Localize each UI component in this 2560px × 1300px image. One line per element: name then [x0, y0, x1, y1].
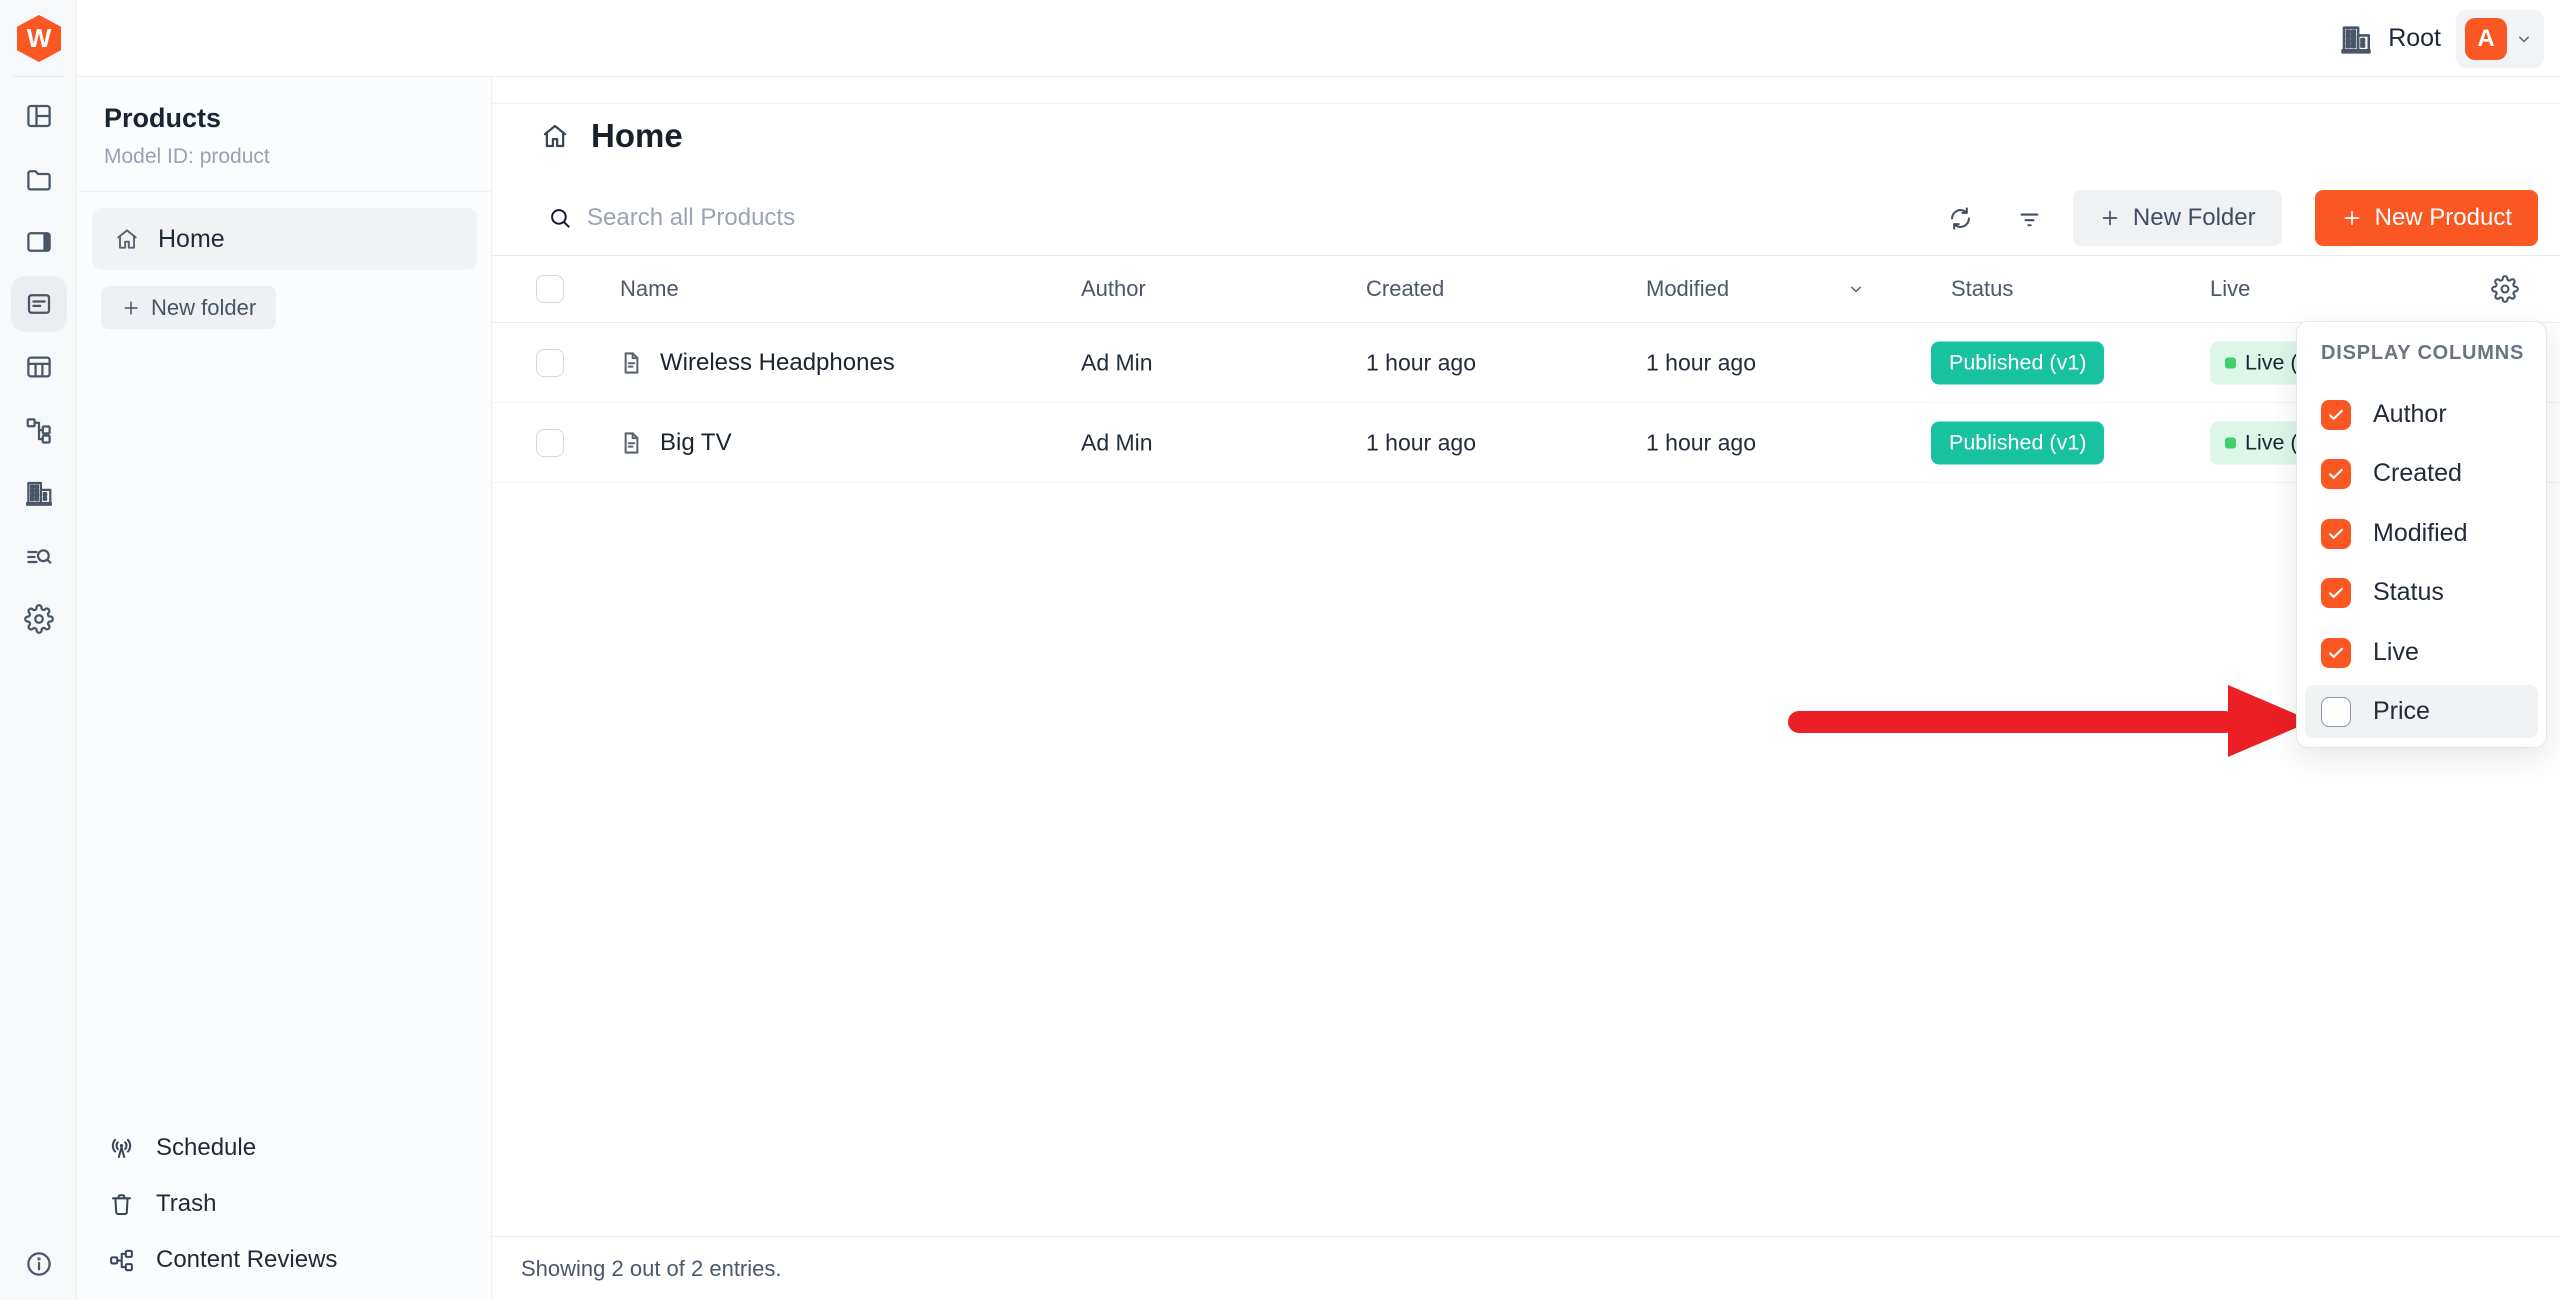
checkbox-checked[interactable]: [2321, 400, 2351, 430]
app-root: W: [0, 0, 2560, 1300]
sidebar-item-schedule[interactable]: Schedule: [78, 1120, 491, 1176]
folders-icon[interactable]: [11, 152, 67, 208]
trash-label: Trash: [156, 1190, 216, 1218]
select-all-checkbox[interactable]: [536, 275, 564, 303]
status-badge: Published (v1): [1931, 421, 2104, 464]
cms-models-icon[interactable]: [11, 339, 67, 395]
icon-rail: W: [0, 0, 77, 1300]
column-header-live: Live: [2210, 276, 2250, 302]
content-reviews-icon: [108, 1247, 135, 1274]
table-header: Name Author Created Modified Status Live: [492, 256, 2560, 323]
entry-created: 1 hour ago: [1366, 429, 1476, 456]
checkbox-checked[interactable]: [2321, 519, 2351, 549]
row-checkbox[interactable]: [536, 429, 564, 457]
page-header: Home: [540, 117, 683, 155]
plus-icon: [2099, 207, 2121, 229]
settings-gear-icon[interactable]: [11, 591, 67, 647]
checkbox-checked[interactable]: [2321, 459, 2351, 489]
entry-author: Ad Min: [1081, 349, 1153, 376]
table-footer: Showing 2 out of 2 entries.: [492, 1236, 2560, 1300]
logo-letter: W: [27, 23, 52, 54]
display-columns-menu: DISPLAY COLUMNS Author Created Modified …: [2296, 321, 2547, 748]
info-icon[interactable]: [11, 1236, 67, 1292]
search-icon: [547, 205, 573, 231]
checkbox-checked[interactable]: [2321, 578, 2351, 608]
menu-item-status[interactable]: Status: [2305, 566, 2538, 619]
checkbox-unchecked[interactable]: [2321, 697, 2351, 727]
column-header-name: Name: [620, 276, 679, 302]
document-icon: [618, 429, 645, 456]
menu-item-created[interactable]: Created: [2305, 447, 2538, 500]
sort-chevron-icon[interactable]: [1846, 279, 1866, 299]
filter-button[interactable]: [2008, 196, 2052, 240]
menu-item-author[interactable]: Author: [2305, 388, 2538, 441]
form-builder-icon[interactable]: [11, 214, 67, 270]
entry-name: Big TV: [660, 429, 732, 457]
menu-item-price[interactable]: Price: [2305, 685, 2538, 738]
content-top-divider: [492, 103, 2560, 104]
new-folder-label: New folder: [151, 295, 256, 321]
column-settings-gear-icon[interactable]: [2491, 275, 2519, 303]
sidebar-new-folder-button[interactable]: New folder: [101, 286, 276, 329]
column-header-status: Status: [1951, 276, 2013, 302]
webiny-logo[interactable]: W: [17, 15, 61, 62]
column-header-created: Created: [1366, 276, 1444, 302]
menu-item-live[interactable]: Live: [2305, 626, 2538, 679]
tenants-icon[interactable]: [11, 465, 67, 521]
row-checkbox[interactable]: [536, 349, 564, 377]
home-icon: [540, 121, 570, 151]
chevron-down-icon: [2514, 29, 2534, 49]
workflow-icon[interactable]: [11, 402, 67, 458]
model-header: Products Model ID: product: [78, 77, 491, 192]
tenant-building-icon: [2339, 22, 2373, 56]
page-title: Home: [591, 117, 683, 155]
refresh-button[interactable]: [1939, 196, 1983, 240]
schedule-label: Schedule: [156, 1134, 256, 1162]
plus-icon: [121, 298, 141, 318]
entry-author: Ad Min: [1081, 429, 1153, 456]
column-header-modified: Modified: [1646, 276, 1729, 302]
entry-modified: 1 hour ago: [1646, 349, 1756, 376]
content-reviews-label: Content Reviews: [156, 1246, 337, 1274]
live-dot: [2225, 437, 2236, 448]
checkbox-checked[interactable]: [2321, 638, 2351, 668]
live-dot: [2225, 357, 2236, 368]
trash-icon: [108, 1191, 135, 1218]
new-product-button[interactable]: New Product: [2315, 190, 2538, 246]
table-row[interactable]: Wireless Headphones Ad Min 1 hour ago 1 …: [492, 323, 2560, 403]
column-header-author: Author: [1081, 276, 1146, 302]
audit-logs-icon[interactable]: [11, 529, 67, 585]
toolbar: New Folder New Product: [492, 190, 2560, 246]
home-icon: [114, 226, 140, 252]
status-badge: Published (v1): [1931, 341, 2104, 384]
sidebar-item-content-reviews[interactable]: Content Reviews: [78, 1232, 491, 1288]
document-icon: [618, 349, 645, 376]
new-folder-button[interactable]: New Folder: [2073, 190, 2282, 246]
entry-created: 1 hour ago: [1366, 349, 1476, 376]
entry-name: Wireless Headphones: [660, 349, 895, 377]
entry-modified: 1 hour ago: [1646, 429, 1756, 456]
sidebar-item-trash[interactable]: Trash: [78, 1176, 491, 1232]
model-id: Model ID: product: [104, 145, 465, 169]
search-input[interactable]: [587, 190, 1487, 246]
menu-item-modified[interactable]: Modified: [2305, 507, 2538, 560]
page-builder-icon[interactable]: [11, 88, 67, 144]
sidebar: Products Model ID: product Home New fold…: [78, 77, 492, 1300]
table-row[interactable]: Big TV Ad Min 1 hour ago 1 hour ago Publ…: [492, 403, 2560, 483]
model-title: Products: [104, 103, 465, 134]
plus-icon: [2341, 207, 2363, 229]
sidebar-footer-nav: Schedule Trash Content Reviews: [78, 1120, 491, 1288]
tenant-name: Root: [2388, 24, 2441, 53]
rail-divider: [13, 76, 64, 77]
broadcast-icon: [108, 1135, 135, 1162]
sidebar-home-label: Home: [158, 225, 225, 254]
entries-count: Showing 2 out of 2 entries.: [521, 1256, 782, 1282]
user-menu[interactable]: A: [2456, 10, 2544, 68]
main-content: Home New Folder New Product: [492, 77, 2560, 1300]
top-bar: Root A: [77, 0, 2560, 77]
menu-title: DISPLAY COLUMNS: [2321, 342, 2524, 365]
avatar: A: [2465, 18, 2507, 60]
cms-entries-icon[interactable]: [11, 276, 67, 332]
sidebar-item-home[interactable]: Home: [92, 208, 477, 270]
